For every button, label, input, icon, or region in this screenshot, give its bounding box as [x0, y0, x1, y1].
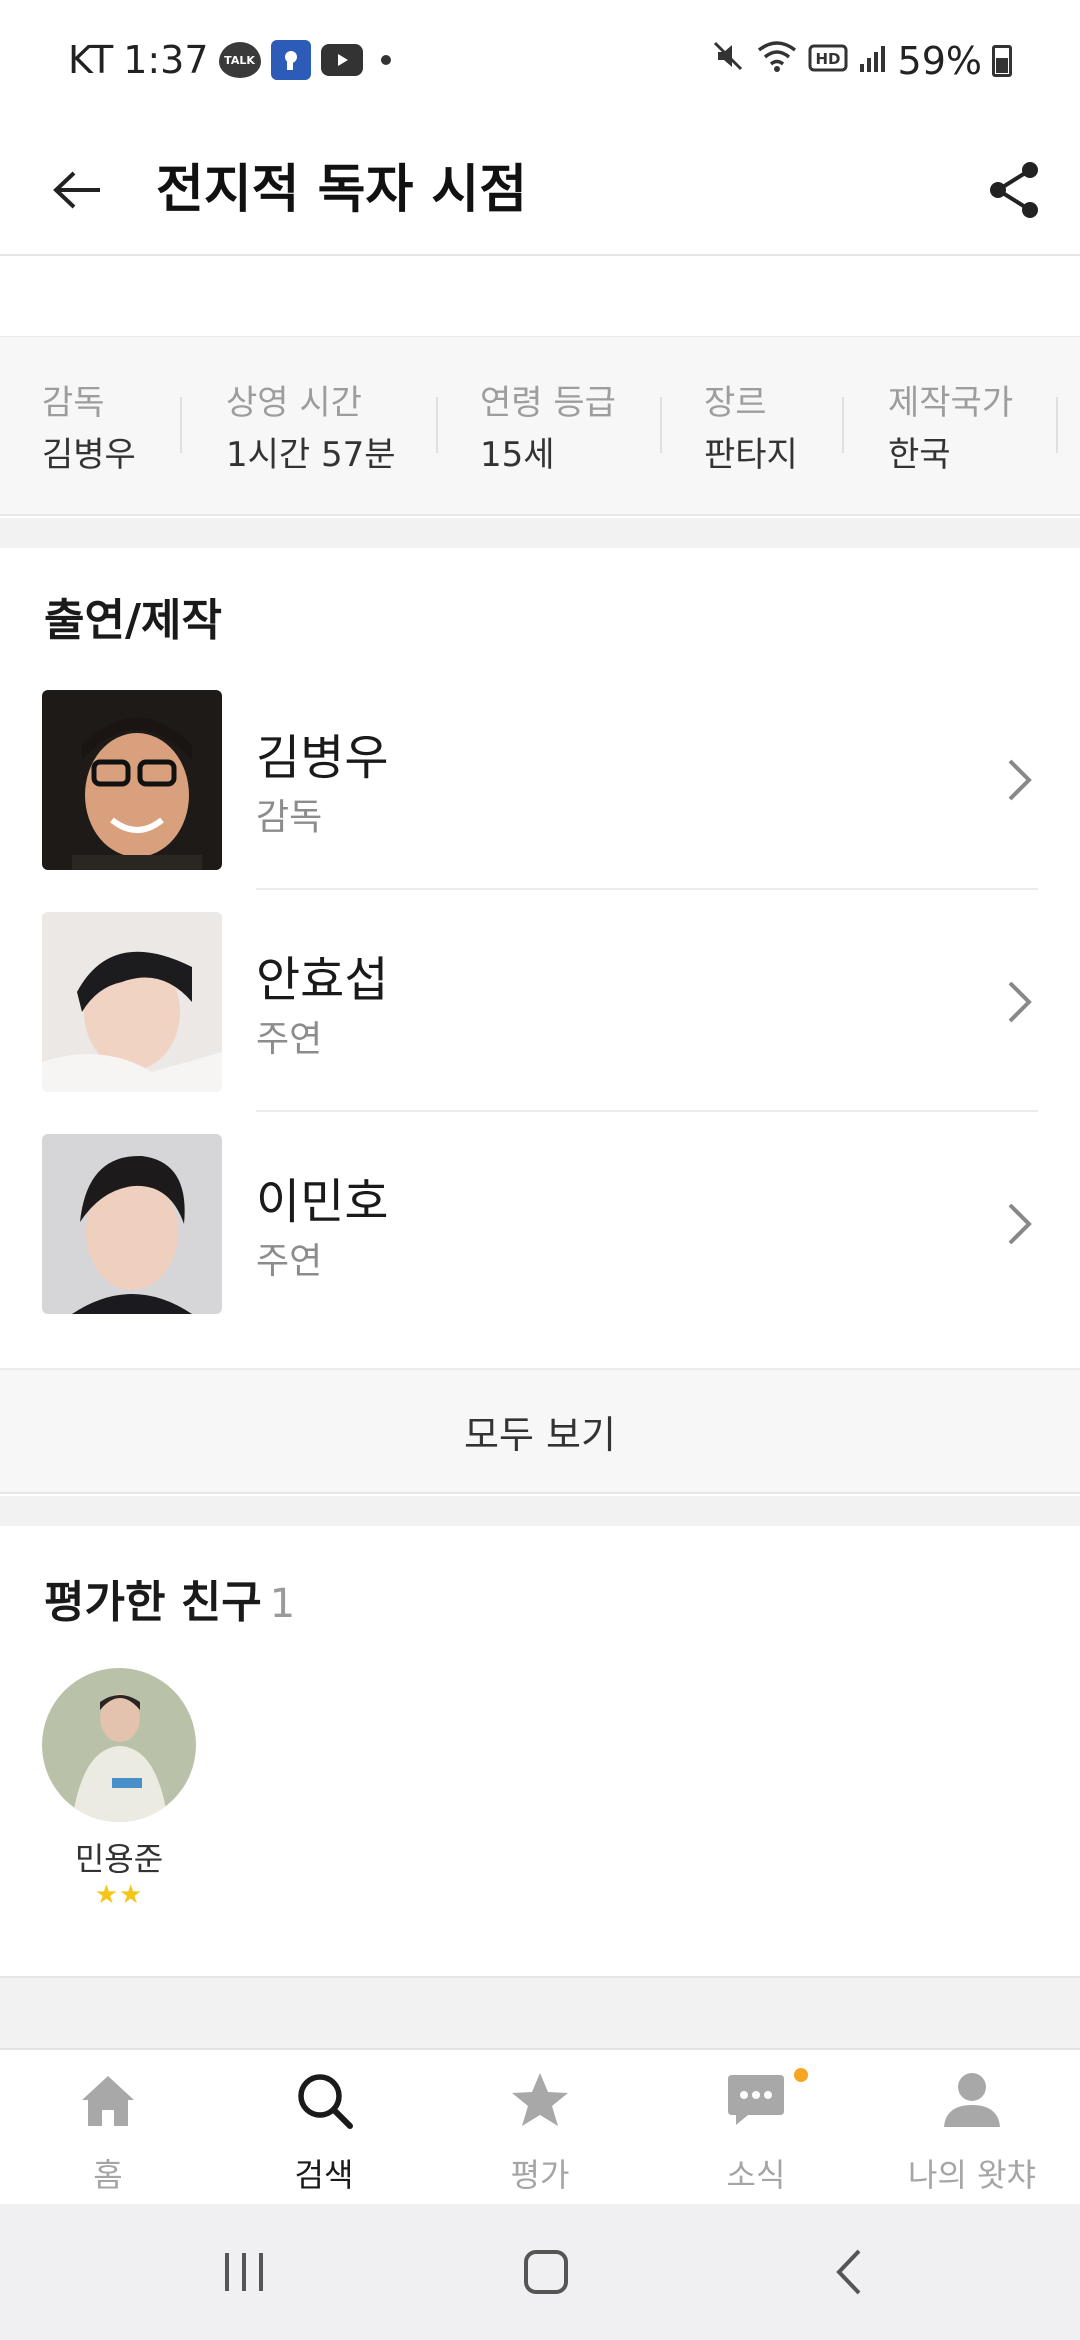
- nav-my-watcha[interactable]: 나의 왓챠: [864, 2050, 1080, 2206]
- clock: 1:37: [123, 38, 209, 82]
- friend-rating-stars: ★★: [94, 1880, 144, 1910]
- nav-label: 나의 왓챠: [908, 2156, 1036, 2194]
- chevron-right-icon: [1000, 1194, 1040, 1254]
- cast-section-title: 출연/제작: [44, 595, 222, 646]
- cast-row[interactable]: 김병우 감독: [0, 668, 1080, 890]
- info-value: 15세: [480, 435, 555, 475]
- view-all-label: 모두 보기: [464, 1412, 616, 1457]
- nav-news[interactable]: 소식: [648, 2050, 864, 2206]
- battery-icon: [992, 44, 1012, 77]
- search-icon: [294, 2070, 354, 2130]
- share-button[interactable]: [978, 154, 1050, 226]
- divider: [1056, 397, 1058, 453]
- system-navigation-bar: [0, 2204, 1080, 2340]
- nav-label: 평가: [510, 2156, 570, 2194]
- nav-label: 소식: [726, 2156, 786, 2194]
- star-icon: [510, 2070, 570, 2130]
- more-notifications-dot: [380, 55, 391, 65]
- talk-icon-label: TALK: [224, 53, 255, 67]
- nav-home[interactable]: 홈: [0, 2050, 216, 2206]
- nav-rate[interactable]: 평가: [432, 2050, 648, 2206]
- chevron-right-icon: [1000, 750, 1040, 810]
- kakaotalk-icon: TALK: [218, 42, 261, 78]
- friend-name: 민용준: [74, 1840, 164, 1878]
- info-label: 장르: [704, 383, 767, 423]
- nav-label: 홈: [93, 2156, 123, 2194]
- bottom-navigation: 홈 검색 평가 소식 나의 왓챠: [0, 2048, 1080, 2204]
- arrow-left-icon: [53, 171, 100, 209]
- info-genre: 장르 판타지: [704, 381, 798, 479]
- divider: [436, 397, 438, 453]
- info-label: 상영 시간: [226, 383, 362, 423]
- youtube-icon: [320, 44, 363, 76]
- info-value: 김병우: [42, 435, 136, 475]
- divider: [180, 397, 182, 453]
- info-value: 1시간 57분: [226, 435, 396, 475]
- cast-photo: [42, 1134, 222, 1314]
- section-gap: [0, 518, 1080, 548]
- friends-section-title: 평가한 친구 1: [44, 1566, 295, 1630]
- status-bar: KT 1:37 TALK HD 59%: [0, 0, 1080, 124]
- svg-text:HD: HD: [815, 50, 840, 68]
- carrier-label: KT: [68, 38, 114, 82]
- home-icon: [78, 2070, 138, 2130]
- info-rating: 연령 등급 15세: [480, 381, 616, 479]
- section-gap: [0, 1496, 1080, 1526]
- system-back-button[interactable]: [808, 2240, 888, 2304]
- hd-voice-icon: HD: [808, 39, 848, 83]
- cast-photo: [42, 690, 222, 870]
- notification-badge: [794, 2068, 808, 2082]
- cast-row[interactable]: 이민호 주연: [0, 1112, 1080, 1334]
- chat-icon: [726, 2070, 786, 2130]
- home-button[interactable]: [506, 2240, 586, 2304]
- app-notification-icon: [270, 40, 311, 80]
- back-chevron-icon: [836, 2249, 861, 2295]
- cast-role: 주연: [256, 1241, 323, 1282]
- info-value: 한국: [888, 435, 951, 475]
- friend-avatar[interactable]: [42, 1668, 196, 1822]
- view-all-button[interactable]: 모두 보기: [0, 1368, 1080, 1494]
- info-director: 감독 김병우: [42, 381, 136, 479]
- friends-title: 평가한 친구: [44, 1577, 262, 1628]
- divider: [842, 397, 844, 453]
- cast-row[interactable]: 안효섭 주연: [0, 890, 1080, 1112]
- info-label: 제작국가: [888, 383, 1014, 423]
- cast-role: 주연: [256, 1019, 323, 1060]
- signal-icon: [858, 39, 888, 83]
- friends-count: 1: [269, 1581, 296, 1627]
- battery-percent: 59%: [897, 38, 982, 83]
- home-square-icon: [524, 2250, 568, 2294]
- status-left: KT 1:37 TALK: [68, 38, 391, 82]
- info-value: 판타지: [704, 435, 798, 475]
- cast-photo: [42, 912, 222, 1092]
- person-icon: [942, 2070, 1002, 2130]
- cast-role: 감독: [256, 797, 323, 838]
- app-header: 전지적 독자 시점: [0, 124, 1080, 256]
- wifi-icon: [756, 38, 798, 83]
- info-country: 제작국가 한국: [888, 381, 1013, 479]
- chevron-right-icon: [1000, 972, 1040, 1032]
- cast-name: 이민호: [256, 1174, 389, 1230]
- status-right: HD 59%: [710, 38, 1012, 83]
- section-gap: [0, 1976, 1080, 2048]
- nav-search[interactable]: 검색: [216, 2050, 432, 2206]
- back-button[interactable]: [42, 154, 114, 226]
- divider: [660, 397, 662, 453]
- info-label: 연령 등급: [480, 383, 616, 423]
- cast-name: 김병우: [256, 730, 389, 786]
- recent-apps-button[interactable]: [204, 2240, 284, 2304]
- share-icon: [990, 162, 1038, 218]
- info-label: 감독: [42, 383, 105, 423]
- mute-icon: [710, 38, 746, 83]
- movie-info-strip: 감독 김병우 상영 시간 1시간 57분 연령 등급 15세 장르 판타지 제작…: [0, 336, 1080, 516]
- nav-label: 검색: [294, 2156, 354, 2194]
- info-runtime: 상영 시간 1시간 57분: [226, 381, 396, 479]
- page-title: 전지적 독자 시점: [156, 160, 528, 220]
- recent-apps-icon: [225, 2253, 263, 2291]
- cast-name: 안효섭: [256, 952, 389, 1008]
